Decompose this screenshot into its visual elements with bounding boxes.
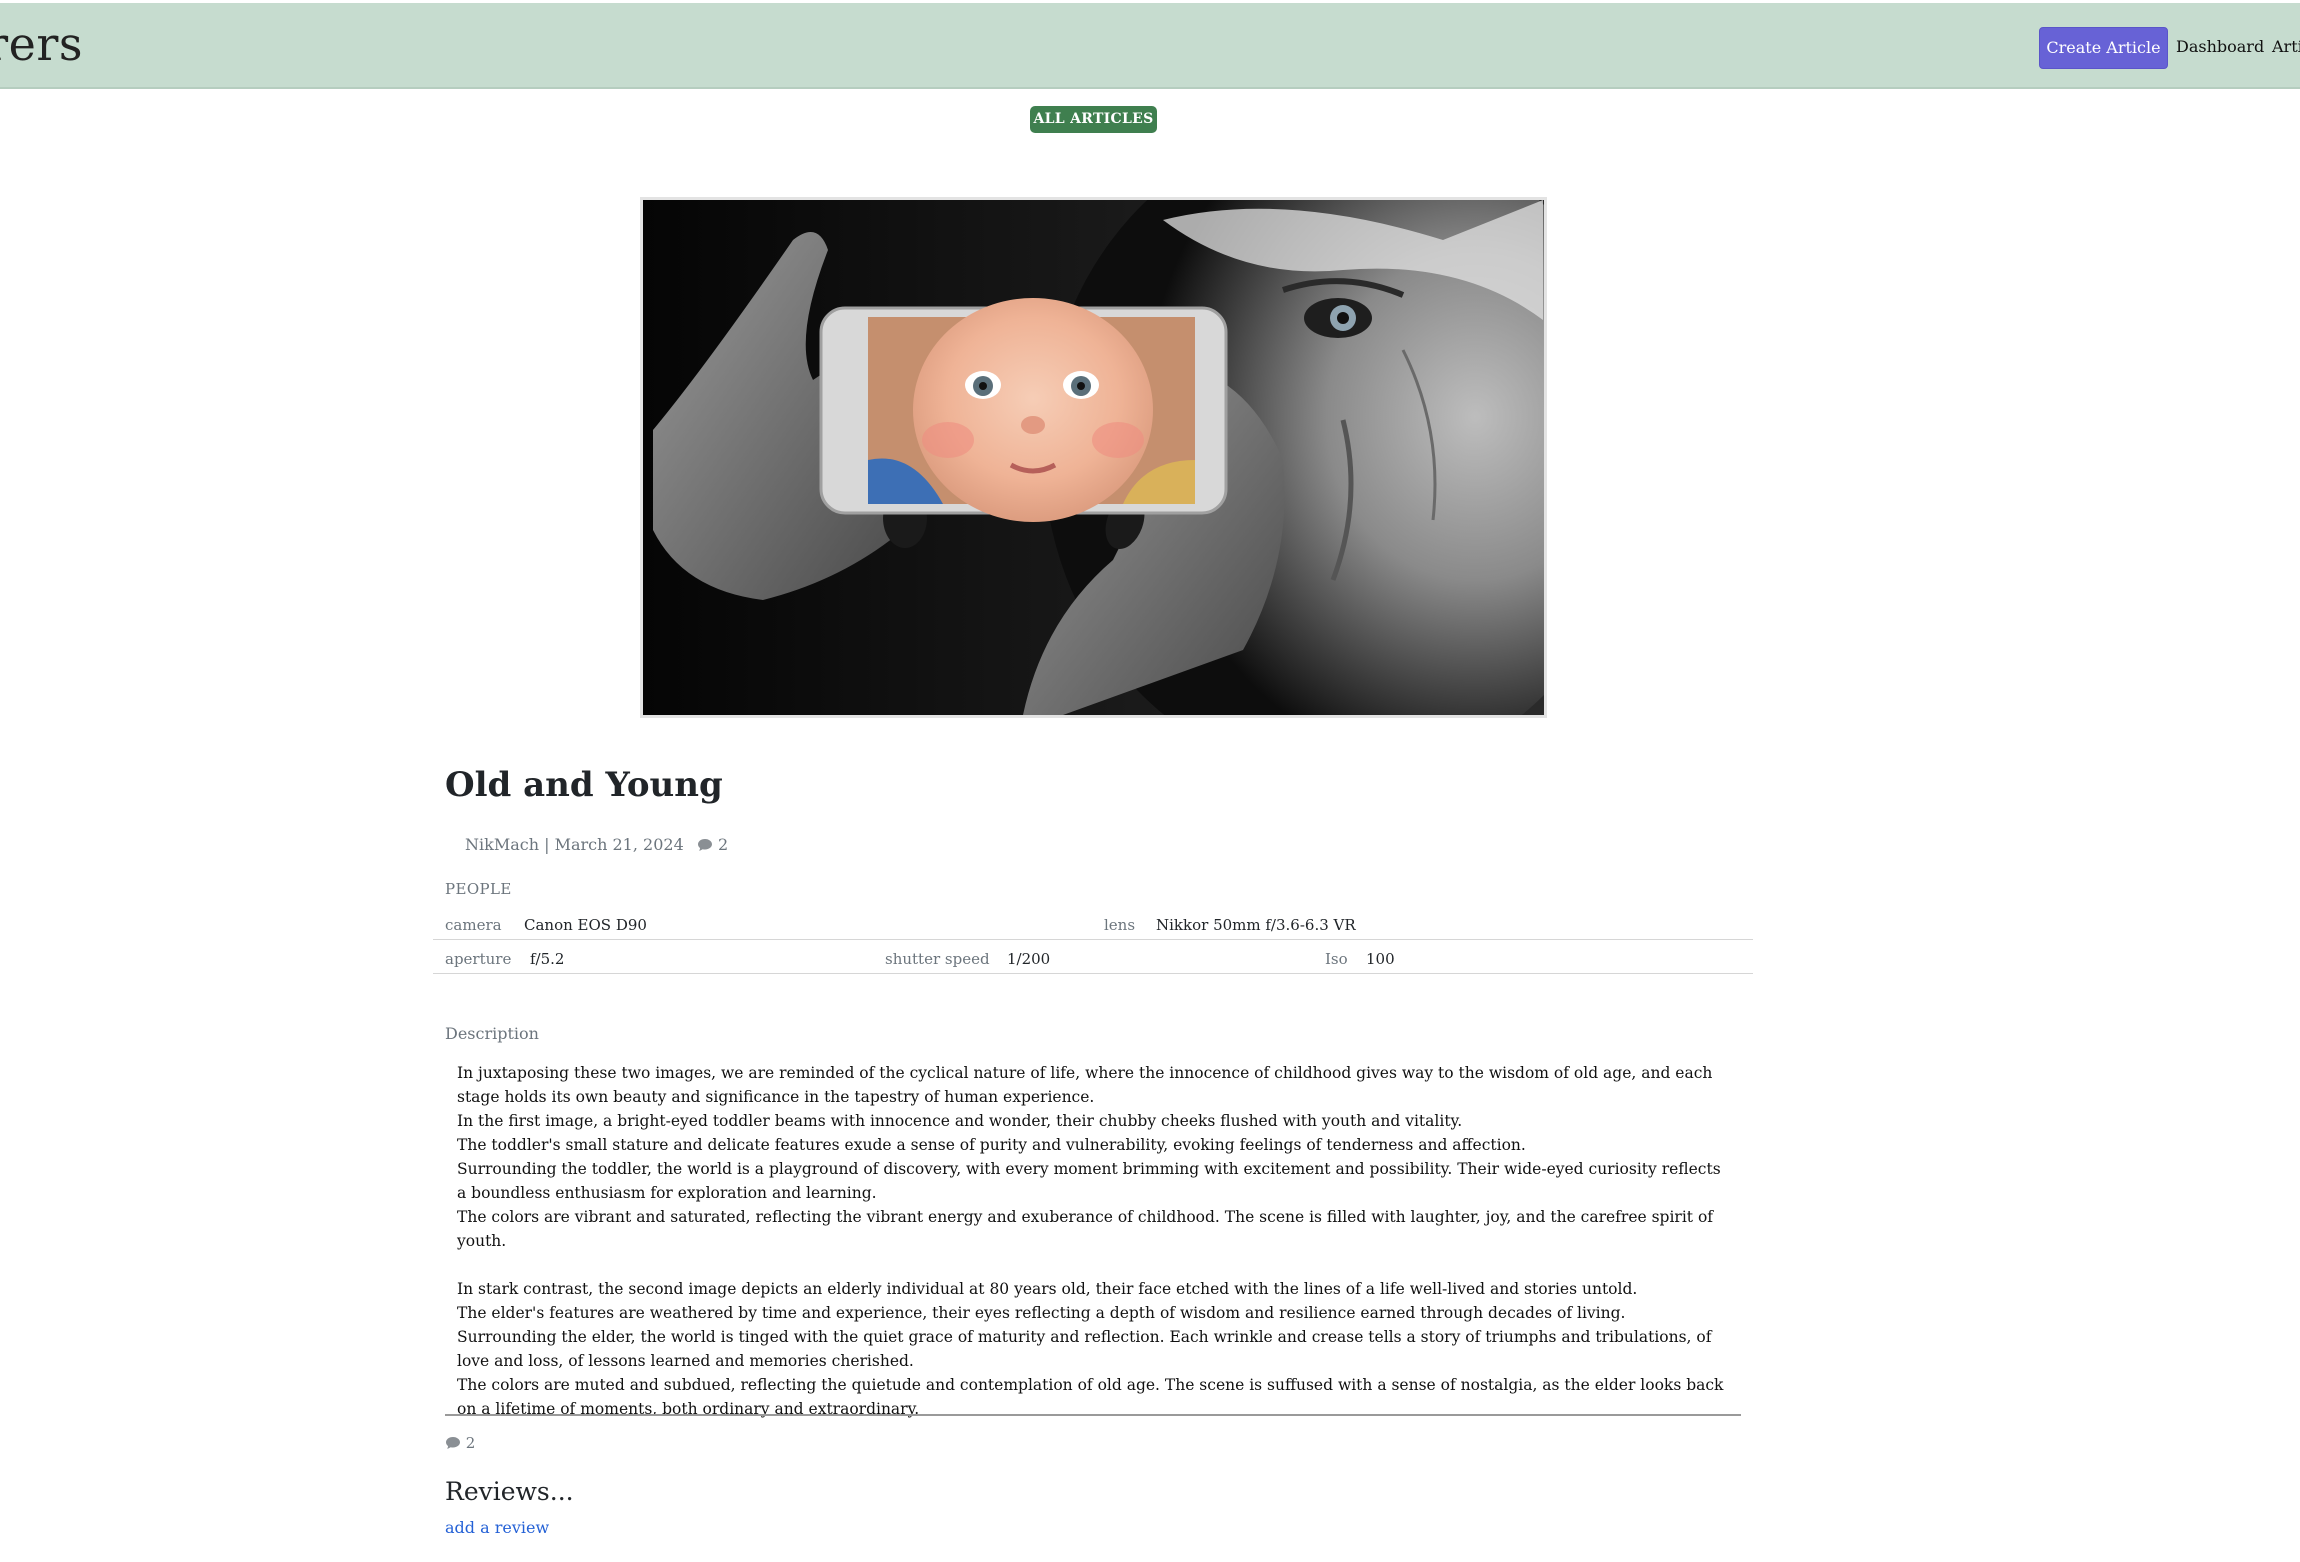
camera-label: camera bbox=[445, 916, 502, 934]
all-articles-badge[interactable]: ALL ARTICLES bbox=[1030, 106, 1157, 133]
shutter-speed-value: 1/200 bbox=[1007, 950, 1051, 968]
site-brand[interactable]: urers bbox=[0, 17, 83, 71]
comment-icon bbox=[445, 1434, 466, 1452]
article-title: Old and Young bbox=[445, 765, 723, 805]
description-paragraph: The elder's features are weathered by ti… bbox=[457, 1304, 1626, 1322]
article-hero-image bbox=[640, 197, 1547, 718]
description-label: Description bbox=[445, 1024, 539, 1043]
article-meta: NikMach | March 21, 2024 2 bbox=[465, 835, 728, 854]
description-paragraph: Surrounding the toddler, the world is a … bbox=[457, 1160, 1721, 1202]
hero-photo-illustration bbox=[643, 200, 1544, 715]
camera-value: Canon EOS D90 bbox=[524, 916, 647, 934]
description-paragraph: Surrounding the elder, the world is ting… bbox=[457, 1328, 1712, 1370]
spec-row-camera-lens: camera Canon EOS D90 lens Nikkor 50mm f/… bbox=[433, 907, 1753, 940]
shutter-speed-label: shutter speed bbox=[885, 950, 990, 968]
aperture-value: f/5.2 bbox=[530, 950, 565, 968]
iso-label: Iso bbox=[1325, 950, 1348, 968]
description-body: In juxtaposing these two images, we are … bbox=[457, 1061, 1727, 1421]
description-paragraph: In juxtaposing these two images, we are … bbox=[457, 1064, 1713, 1106]
lens-value: Nikkor 50mm f/3.6-6.3 VR bbox=[1156, 916, 1356, 934]
description-paragraph: In the first image, a bright-eyed toddle… bbox=[457, 1112, 1463, 1130]
footer-comment-count: 2 bbox=[465, 1434, 476, 1452]
create-article-button[interactable]: Create Article bbox=[2039, 27, 2168, 69]
lens-label: lens bbox=[1104, 916, 1136, 934]
aperture-label: aperture bbox=[445, 950, 512, 968]
iso-value: 100 bbox=[1366, 950, 1395, 968]
meta-separator: | bbox=[544, 835, 550, 854]
nav-link-articles[interactable]: Arti bbox=[2272, 37, 2300, 56]
add-review-link[interactable]: add a review bbox=[445, 1518, 549, 1537]
description-paragraph: The colors are vibrant and saturated, re… bbox=[457, 1208, 1714, 1250]
spec-row-exposure: aperture f/5.2 shutter speed 1/200 Iso 1… bbox=[433, 941, 1753, 974]
content-divider bbox=[445, 1414, 1741, 1416]
footer-comments: 2 bbox=[445, 1434, 475, 1452]
publish-date: March 21, 2024 bbox=[554, 835, 684, 854]
description-paragraph: In stark contrast, the second image depi… bbox=[457, 1280, 1638, 1298]
comment-icon bbox=[697, 835, 718, 854]
author-name[interactable]: NikMach bbox=[465, 835, 539, 854]
article-category[interactable]: PEOPLE bbox=[445, 880, 512, 898]
reviews-heading: Reviews... bbox=[445, 1477, 574, 1506]
description-paragraph: The toddler's small stature and delicate… bbox=[457, 1136, 1526, 1154]
nav-link-dashboard[interactable]: Dashboard bbox=[2176, 37, 2264, 56]
meta-comment-count: 2 bbox=[717, 835, 729, 854]
top-navbar: urers Create Article Dashboard Arti bbox=[0, 3, 2300, 89]
